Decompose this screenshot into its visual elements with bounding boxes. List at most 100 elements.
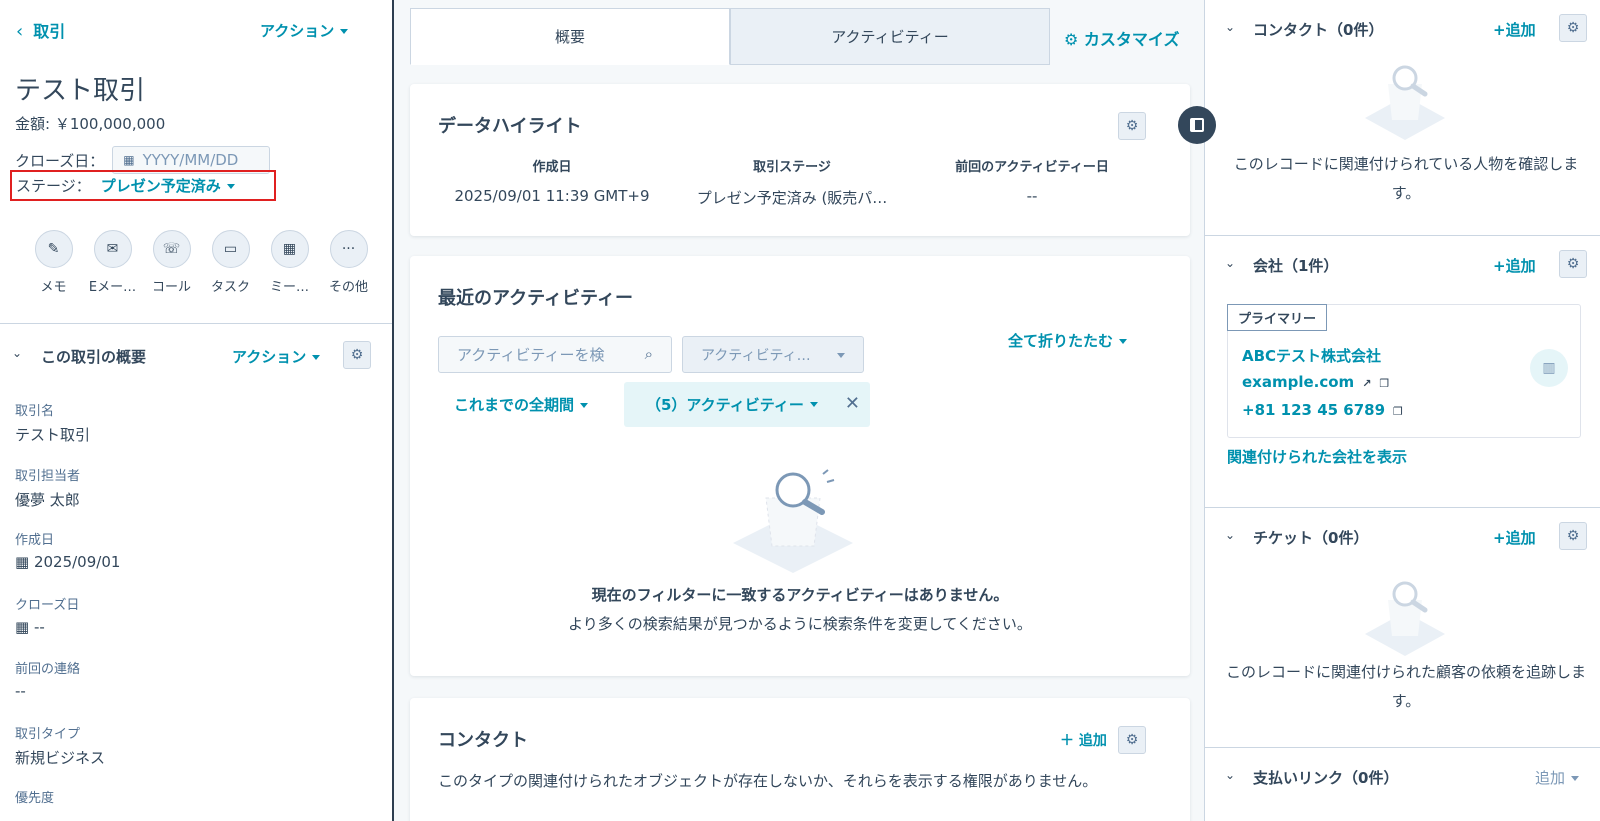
property-deal-owner: 取引担当者 優夢 太郎 xyxy=(15,468,81,509)
section-actions-dropdown[interactable]: アクション xyxy=(232,346,321,367)
caret-down-icon xyxy=(809,402,818,407)
card-title: コンタクト xyxy=(438,730,528,751)
primary-badge: プライマリー xyxy=(1227,304,1328,331)
external-link-icon: ↗ xyxy=(1362,377,1372,390)
chevron-down-icon[interactable]: ⌄ xyxy=(1225,20,1235,34)
email-icon: ✉ xyxy=(93,230,132,268)
stage-label: ステージ： xyxy=(16,177,91,195)
left-sidebar: ‹ 取引 アクション テスト取引 金額: ￥100,000,000 クローズ日： … xyxy=(0,0,394,821)
tickets-section: ⌄ チケット（0件） +追加 ⚙ このレコードに関連付けられた顧客の依頼を追跡し… xyxy=(1205,508,1600,748)
company-domain-link[interactable]: example.com ↗ ❐ xyxy=(1242,373,1389,391)
gear-icon[interactable]: ⚙ xyxy=(1118,726,1146,754)
phone-icon: ☏ xyxy=(152,230,191,268)
contacts-description: このレコードに関連付けられている人物を確認します。 xyxy=(1233,155,1579,202)
highlight-last-activity: 前回のアクティビティー日 -- xyxy=(955,160,1109,205)
caret-down-icon xyxy=(1571,776,1580,781)
stage-dropdown[interactable]: プレゼン予定済み xyxy=(101,175,235,196)
plus-icon: ＋ xyxy=(1060,733,1079,749)
payment-links-header: ⌄ 支払いリンク（0件） 追加 xyxy=(1205,762,1600,792)
gear-icon[interactable]: ⚙ xyxy=(343,341,371,369)
gear-icon[interactable]: ⚙ xyxy=(1559,14,1587,42)
actions-dropdown[interactable]: アクション xyxy=(260,20,349,41)
panel-icon xyxy=(1190,118,1204,132)
chevron-down-icon[interactable]: ⌄ xyxy=(1225,256,1235,270)
close-icon[interactable]: ✕ xyxy=(845,393,860,414)
tickets-header: ⌄ チケット（0件） +追加 ⚙ xyxy=(1205,522,1600,552)
activity-type-select[interactable]: アクティビティ… xyxy=(682,336,864,373)
meeting-button[interactable]: ▦ ミー… xyxy=(260,230,319,295)
record-title: テスト取引 xyxy=(15,76,146,106)
calendar-icon: ▦ xyxy=(15,553,34,571)
back-link[interactable]: ‹ 取引 xyxy=(16,18,65,42)
activity-search-input[interactable]: アクティビティーを検 ⌕ xyxy=(438,336,672,373)
add-contact-button[interactable]: +追加 xyxy=(1493,19,1536,40)
empty-state-message: 現在のフィルターに一致するアクティビティーはありません。 より多くの検索結果が見… xyxy=(568,586,1032,633)
search-icon: ⌕ xyxy=(644,345,653,363)
company-phone-link[interactable]: +81 123 45 6789 ❐ xyxy=(1242,401,1403,419)
activity-filter-chip[interactable]: （5）アクティビティー ✕ xyxy=(624,382,870,427)
data-highlights-card: データハイライト ⚙ 作成日 2025/09/01 11:39 GMT+9 取引ス… xyxy=(410,84,1190,236)
tab-bar: 概要 アクティビティー xyxy=(410,8,1050,65)
contacts-message: このタイプの関連付けられたオブジェクトが存在しないか、それらを表示する権限があり… xyxy=(438,772,1098,790)
calendar-icon: ▦ xyxy=(270,230,309,268)
right-sidebar: ⌄ コンタクト（0件） +追加 ⚙ このレコードに関連付けられている人物を確認し… xyxy=(1204,0,1600,821)
deal-overview-header: ⌄ この取引の概要 アクション ⚙ xyxy=(0,340,392,370)
main-content: 概要 アクティビティー ⚙ カスタマイズ データハイライト ⚙ 作成日 2025/… xyxy=(396,0,1204,821)
more-button[interactable]: ··· その他 xyxy=(319,230,378,295)
close-date-label: クローズ日： xyxy=(15,151,105,170)
add-company-button[interactable]: +追加 xyxy=(1493,255,1536,276)
caret-down-icon xyxy=(837,353,845,358)
customize-button[interactable]: ⚙ カスタマイズ xyxy=(1064,26,1179,50)
email-button[interactable]: ✉ Eメー… xyxy=(83,230,142,295)
recent-activities-card: 最近のアクティビティー アクティビティーを検 ⌕ アクティビティ… 全て折りたたむ… xyxy=(410,256,1190,676)
caret-down-icon xyxy=(580,403,589,408)
chevron-down-icon[interactable]: ⌄ xyxy=(12,346,22,360)
gear-icon: ⚙ xyxy=(1064,30,1084,49)
card-title: 最近のアクティビティー xyxy=(438,288,633,309)
caret-down-icon xyxy=(226,184,235,189)
highlight-create-date: 作成日 2025/09/01 11:39 GMT+9 xyxy=(454,160,650,205)
chevron-left-icon: ‹ xyxy=(16,21,24,42)
amount: 金額: ￥100,000,000 xyxy=(15,115,166,133)
card-title: データハイライト xyxy=(438,116,582,137)
contacts-section: ⌄ コンタクト（0件） +追加 ⚙ このレコードに関連付けられている人物を確認し… xyxy=(1205,0,1600,236)
chevron-down-icon[interactable]: ⌄ xyxy=(1225,768,1235,782)
gear-icon[interactable]: ⚙ xyxy=(1559,522,1587,550)
add-ticket-button[interactable]: +追加 xyxy=(1493,527,1536,548)
building-icon: ▥ xyxy=(1530,349,1568,387)
task-button[interactable]: ▭ タスク xyxy=(201,230,260,295)
tab-activities[interactable]: アクティビティー xyxy=(730,8,1050,65)
copy-icon[interactable]: ❐ xyxy=(1379,377,1389,390)
stage-row: ステージ： プレゼン予定済み xyxy=(10,170,276,201)
highlight-deal-stage: 取引ステージ プレゼン予定済み (販売パ… xyxy=(696,160,888,207)
chevron-down-icon[interactable]: ⌄ xyxy=(1225,528,1235,542)
record-header: ‹ 取引 アクション テスト取引 金額: ￥100,000,000 クローズ日： … xyxy=(0,0,392,324)
contacts-header: ⌄ コンタクト（0件） +追加 ⚙ xyxy=(1205,14,1600,44)
collapse-all-dropdown[interactable]: 全て折りたたむ xyxy=(1008,330,1128,351)
company-name-link[interactable]: ABCテスト株式会社 xyxy=(1242,345,1381,366)
tab-overview[interactable]: 概要 xyxy=(410,8,730,65)
property-deal-name: 取引名 テスト取引 xyxy=(15,404,91,444)
add-payment-link-button[interactable]: 追加 xyxy=(1535,767,1580,788)
gear-icon[interactable]: ⚙ xyxy=(1559,250,1587,278)
add-contact-button[interactable]: ＋ 追加 xyxy=(1060,730,1107,750)
property-deal-type: 取引タイプ 新規ビジネス xyxy=(15,726,106,767)
payment-links-section: ⌄ 支払いリンク（0件） 追加 xyxy=(1205,748,1600,821)
gear-icon[interactable]: ⚙ xyxy=(1118,112,1146,140)
property-create-date: 作成日 ▦ 2025/09/01 xyxy=(15,533,121,571)
property-close-date: クローズ日 ▦ -- xyxy=(15,597,80,636)
property-priority: 優先度 xyxy=(15,791,55,806)
note-button[interactable]: ✎ メモ xyxy=(24,230,83,295)
call-button[interactable]: ☏ コール xyxy=(142,230,201,295)
empty-state-illustration xyxy=(1365,581,1445,656)
calendar-icon: ▦ xyxy=(123,153,135,167)
more-icon: ··· xyxy=(329,230,368,268)
sidebar-toggle-button[interactable] xyxy=(1178,106,1216,144)
tickets-description: このレコードに関連付けられた顧客の依頼を追跡します。 xyxy=(1225,663,1586,710)
property-list: 取引名 テスト取引 取引担当者 優夢 太郎 作成日 ▦ 2025/09/01 クローズ… xyxy=(15,400,120,821)
edit-icon: ✎ xyxy=(34,230,73,268)
view-associated-companies-link[interactable]: 関連付けられた会社を表示 xyxy=(1227,446,1407,467)
section-title: この取引の概要 xyxy=(41,348,147,366)
period-filter-dropdown[interactable]: これまでの全期間 xyxy=(454,394,589,415)
copy-icon[interactable]: ❐ xyxy=(1393,405,1403,418)
